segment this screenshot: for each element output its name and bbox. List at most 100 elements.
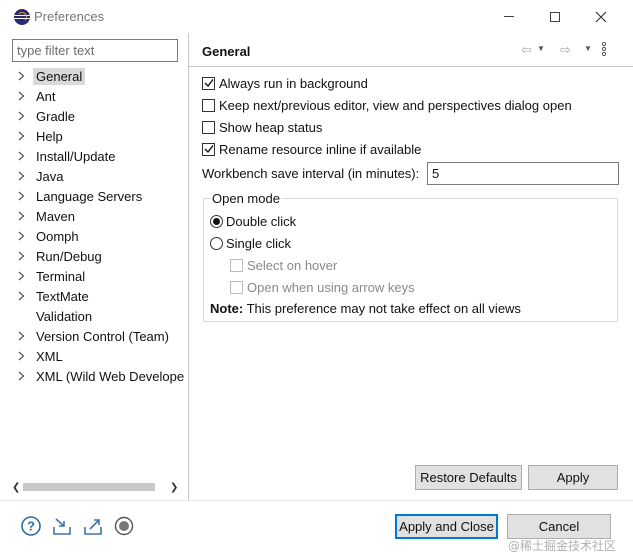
chevron-right-icon[interactable] (18, 171, 32, 181)
chevron-right-icon[interactable] (18, 71, 32, 81)
open-mode-radio-row[interactable]: Single click (210, 233, 291, 253)
forward-arrow-icon[interactable]: ⇨ (560, 42, 571, 58)
tree-item-label: XML (36, 348, 63, 364)
open-mode-radio-row[interactable]: Double click (210, 211, 296, 231)
tree-item[interactable]: Validation (6, 306, 188, 326)
tree-item-label: Help (36, 128, 63, 144)
radio-label: Single click (226, 235, 292, 251)
tree-item[interactable]: XML (6, 346, 188, 366)
note-text: This preference may not take effect on a… (243, 301, 521, 316)
tree-item[interactable]: Gradle (6, 106, 188, 126)
svg-text:?: ? (27, 519, 35, 534)
tree-item[interactable]: Help (6, 126, 188, 146)
panel-splitter[interactable] (188, 33, 189, 500)
forward-dropdown-icon[interactable]: ▼ (584, 44, 592, 53)
chevron-right-icon[interactable] (18, 371, 32, 381)
scroll-right-icon[interactable]: ❯ (170, 482, 178, 493)
tree-item[interactable]: General (6, 66, 188, 86)
tree-item-label: Run/Debug (36, 248, 102, 264)
tree-item[interactable]: Version Control (Team) (6, 326, 188, 346)
chevron-right-icon[interactable] (18, 331, 32, 341)
tree-item-label: Oomph (36, 228, 79, 244)
chevron-right-icon[interactable] (18, 91, 32, 101)
sub-option-row[interactable]: Select on hover (230, 255, 337, 275)
minimize-icon (504, 16, 514, 17)
tree-item-label: General (33, 67, 86, 85)
save-interval-label: Workbench save interval (in minutes): (202, 166, 420, 181)
chevron-right-icon[interactable] (18, 211, 32, 221)
chevron-right-icon[interactable] (18, 271, 32, 281)
tree-item[interactable]: Ant (6, 86, 188, 106)
help-icon[interactable]: ? (20, 515, 42, 537)
tree-item[interactable]: Language Servers (6, 186, 188, 206)
tree-item-label: Gradle (36, 108, 76, 124)
option-checkbox-row[interactable]: Show heap status (202, 117, 322, 137)
tree-horizontal-scrollbar[interactable]: ❮ ❯ (6, 478, 188, 496)
sub-option-row[interactable]: Open when using arrow keys (230, 277, 415, 297)
maximize-button[interactable] (532, 0, 578, 33)
title-bar: Preferences (0, 0, 633, 33)
preference-tree: General Ant Gradle Help Install/Update Java La… (6, 66, 188, 476)
tree-item-label: Maven (36, 208, 76, 224)
close-icon (595, 11, 607, 22)
watermark: @稀土掘金技术社区 (508, 539, 617, 553)
page-title: General (202, 44, 251, 59)
restore-defaults-button[interactable]: Restore Defaults (415, 465, 522, 490)
tree-item[interactable]: XML (Wild Web Develope (6, 366, 188, 386)
save-interval-input[interactable] (427, 162, 619, 185)
import-icon[interactable] (51, 515, 73, 537)
checkbox-disabled[interactable] (230, 280, 243, 294)
chevron-right-icon[interactable] (18, 151, 32, 161)
option-checkbox-row[interactable]: Rename resource inline if available (202, 139, 421, 159)
chevron-right-icon[interactable] (18, 291, 32, 301)
back-arrow-icon[interactable]: ⇦ (521, 42, 532, 58)
cancel-button[interactable]: Cancel (507, 514, 611, 539)
back-dropdown-icon[interactable]: ▼ (537, 44, 545, 53)
radio-selected[interactable] (210, 214, 223, 228)
checkbox-unchecked[interactable] (202, 98, 215, 112)
minimize-button[interactable] (486, 0, 532, 33)
tree-item[interactable]: Install/Update (6, 146, 188, 166)
option-checkbox-row[interactable]: Always run in background (202, 73, 368, 93)
footer-separator (0, 500, 633, 501)
eclipse-icon (14, 9, 30, 25)
checkbox-checked[interactable] (202, 142, 215, 156)
tree-item-label: XML (Wild Web Develope (36, 368, 185, 384)
close-button[interactable] (578, 0, 624, 33)
chevron-right-icon[interactable] (18, 111, 32, 121)
radio-unselected[interactable] (210, 236, 223, 250)
maximize-icon (550, 11, 560, 22)
tree-item[interactable]: Java (6, 166, 188, 186)
chevron-right-icon[interactable] (18, 131, 32, 141)
record-icon[interactable] (113, 515, 135, 537)
scrollbar-thumb[interactable] (23, 483, 155, 491)
chevron-right-icon[interactable] (18, 251, 32, 261)
option-label: Keep next/previous editor, view and pers… (219, 97, 572, 113)
tree-item[interactable]: Run/Debug (6, 246, 188, 266)
window-title: Preferences (34, 9, 105, 24)
export-icon[interactable] (82, 515, 104, 537)
tree-item[interactable]: TextMate (6, 286, 188, 306)
checkbox-disabled[interactable] (230, 258, 243, 272)
apply-button[interactable]: Apply (528, 465, 618, 490)
tree-item-label: Terminal (36, 268, 86, 284)
open-mode-note: Note: This preference may not take effec… (210, 301, 521, 316)
chevron-right-icon[interactable] (18, 351, 32, 361)
note-label: Note: (210, 301, 244, 316)
tree-item-label: Install/Update (36, 148, 116, 164)
scroll-left-icon[interactable]: ❮ (12, 482, 20, 493)
filter-input[interactable] (12, 39, 178, 62)
tree-item-label: TextMate (36, 288, 89, 304)
tree-item[interactable]: Maven (6, 206, 188, 226)
apply-and-close-button[interactable]: Apply and Close (395, 514, 498, 539)
chevron-right-icon[interactable] (18, 191, 32, 201)
tree-item[interactable]: Terminal (6, 266, 188, 286)
page-header: General ⇦ ▼ ⇨ ▼ (189, 33, 633, 66)
tree-item[interactable]: Oomph (6, 226, 188, 246)
option-checkbox-row[interactable]: Keep next/previous editor, view and pers… (202, 95, 572, 115)
chevron-right-icon[interactable] (18, 231, 32, 241)
checkbox-unchecked[interactable] (202, 120, 215, 134)
option-label: Always run in background (219, 75, 368, 91)
checkbox-checked[interactable] (202, 76, 215, 90)
view-menu-icon[interactable] (601, 41, 607, 59)
